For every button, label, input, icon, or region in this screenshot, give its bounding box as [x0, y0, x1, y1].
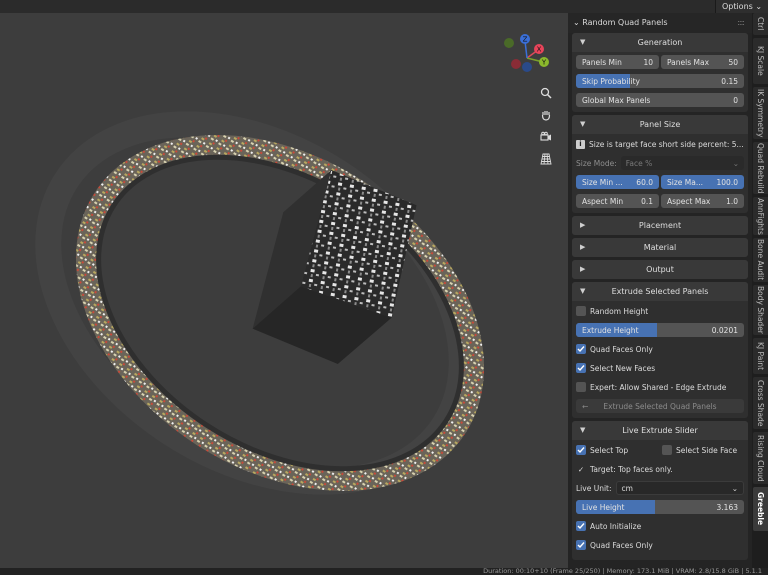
live-unit-dropdown[interactable]: cm ⌄ [615, 481, 744, 495]
chevron-down-icon: ⌄ [732, 158, 739, 168]
section-generation: ▼ Generation Panels Min 10 Panels Max 50 Sk… [572, 33, 748, 112]
camera-button[interactable] [536, 127, 556, 147]
grid-icon [540, 153, 552, 165]
chevron-down-icon: ⌄ [731, 483, 738, 493]
3d-viewport[interactable]: Z X Y [0, 13, 568, 568]
checkbox-unchecked-icon [576, 306, 586, 316]
checkmark-icon [576, 344, 586, 354]
section-panel-size: ▼ Panel Size i Size is target face short … [572, 115, 748, 213]
section-header-generation[interactable]: ▼ Generation [572, 33, 748, 52]
gizmo-y-label: Y [541, 59, 547, 67]
tab-ik-symmetry[interactable]: IK Symmetry [753, 87, 768, 139]
camera-icon [540, 131, 551, 141]
checkmark-icon [576, 363, 586, 373]
side-panel: ⌄ Random Quad Panels :::: ▼ Generation Pa… [568, 13, 752, 568]
scene-render [35, 111, 485, 495]
collapsed-triangle-icon: ▶ [580, 243, 586, 251]
collapsed-triangle-icon: ▶ [580, 221, 586, 229]
live-height-slider[interactable]: Live Height 3.163 [576, 500, 744, 514]
section-header-panel-size[interactable]: ▼ Panel Size [572, 115, 748, 134]
random-height-checkbox[interactable]: Random Height [576, 304, 744, 318]
magnifier-icon [540, 87, 552, 99]
section-header-extrude[interactable]: ▼ Extrude Selected Panels [572, 282, 748, 301]
tab-kj-paint[interactable]: KJ Paint [753, 338, 768, 374]
status-bar: Duration: 00:10+10 (Frame 25/250) | Memo… [0, 568, 768, 575]
check-icon: ✓ [577, 464, 585, 474]
collapse-chevron-icon: ⌄ [573, 18, 580, 27]
checkmark-icon [576, 540, 586, 550]
aspect-max-field[interactable]: Aspect Max 1.0 [661, 194, 744, 208]
live-unit-row: Live Unit: cm ⌄ [576, 481, 744, 495]
collapsed-triangle-icon: ▶ [580, 265, 586, 273]
checkbox-unchecked-icon [576, 382, 586, 392]
quad-faces-only-checkbox[interactable]: Quad Faces Only [576, 342, 744, 356]
expanded-triangle-icon: ▼ [580, 287, 586, 295]
section-output: ▶ Output [572, 260, 748, 279]
hand-icon [541, 111, 551, 121]
panel-title: Random Quad Panels [582, 18, 668, 27]
section-header-material[interactable]: ▶ Material [572, 238, 748, 257]
skip-probability-slider[interactable]: Skip Probability 0.15 [576, 74, 744, 88]
panels-max-field[interactable]: Panels Max 50 [661, 55, 744, 69]
tab-greeble[interactable]: Greeble [753, 487, 768, 531]
tab-kj-scale[interactable]: KJ Scale [753, 38, 768, 84]
select-side-face-checkbox[interactable]: Select Side Face [662, 445, 744, 455]
checkbox-unchecked-icon [662, 445, 672, 455]
select-new-faces-checkbox[interactable]: Select New Faces [576, 361, 744, 375]
arrow-icon: ← [582, 401, 589, 411]
grid-button[interactable] [536, 149, 556, 169]
tab-annfights[interactable]: AnnFights [753, 197, 768, 235]
section-extrude: ▼ Extrude Selected Panels Random Height E… [572, 282, 748, 418]
expert-shared-edge-checkbox[interactable]: Expert: Allow Shared - Edge Extrude [576, 380, 744, 394]
expanded-triangle-icon: ▼ [580, 120, 586, 128]
extrude-selected-quad-panels-button[interactable]: ← Extrude Selected Quad Panels [576, 399, 744, 413]
section-live-extrude: ▼ Live Extrude Slider Select Top Select S… [572, 421, 748, 560]
checkmark-icon [576, 445, 586, 455]
tab-ctrl[interactable]: Ctrl [753, 13, 768, 35]
top-bar: Options ⌄ [0, 0, 768, 13]
axis-gizmo-icon: Z X Y [504, 34, 549, 72]
tab-rising-cloud[interactable]: Rising Cloud [753, 432, 768, 484]
zoom-button[interactable] [536, 83, 556, 103]
info-icon: i [576, 139, 585, 149]
size-info: i Size is target face short side percent… [576, 137, 744, 151]
drag-grip-icon[interactable]: :::: [737, 13, 745, 33]
expanded-triangle-icon: ▼ [580, 38, 586, 46]
live-quad-faces-only-checkbox[interactable]: Quad Faces Only [576, 538, 744, 552]
section-placement: ▶ Placement [572, 216, 748, 235]
section-material: ▶ Material [572, 238, 748, 257]
checkmark-icon [576, 521, 586, 531]
aspect-min-field[interactable]: Aspect Min 0.1 [576, 194, 659, 208]
size-mode-row: Size Mode: Face % ⌄ [576, 156, 744, 170]
options-button[interactable]: Options ⌄ [715, 0, 768, 13]
gizmo-z-label: Z [523, 36, 528, 44]
section-header-placement[interactable]: ▶ Placement [572, 216, 748, 235]
tab-bone-audit[interactable]: Bone Audit [753, 238, 768, 282]
target-info: ✓ Target: Top faces only. [577, 464, 673, 474]
section-header-live-extrude[interactable]: ▼ Live Extrude Slider [572, 421, 748, 440]
panels-min-field[interactable]: Panels Min 10 [576, 55, 659, 69]
tab-body-shader[interactable]: Body Shader [753, 285, 768, 335]
select-top-checkbox[interactable]: Select Top [576, 445, 658, 455]
extrude-height-slider[interactable]: Extrude Height 0.0201 [576, 323, 744, 337]
navigation-tools [536, 83, 558, 171]
panel-header[interactable]: ⌄ Random Quad Panels :::: [568, 13, 752, 33]
section-header-output[interactable]: ▶ Output [572, 260, 748, 279]
pan-button[interactable] [536, 105, 556, 125]
tab-quad-rebuild[interactable]: Quad Rebuild [753, 142, 768, 194]
global-max-panels-field[interactable]: Global Max Panels 0 [576, 93, 744, 107]
axis-gizmo[interactable]: Z X Y [500, 29, 556, 85]
auto-initialize-checkbox[interactable]: Auto Initialize [576, 519, 744, 533]
size-max-field[interactable]: Size Ma... 100.0 [661, 175, 744, 189]
expanded-triangle-icon: ▼ [580, 426, 586, 434]
tab-cross-shade[interactable]: Cross Shade [753, 377, 768, 429]
sidebar-tabs: Ctrl KJ Scale IK Symmetry Quad Rebuild AnnFi… [752, 13, 768, 568]
size-mode-dropdown[interactable]: Face % ⌄ [620, 156, 744, 170]
gizmo-x-label: X [537, 46, 542, 54]
size-min-field[interactable]: Size Min ... 60.0 [576, 175, 659, 189]
